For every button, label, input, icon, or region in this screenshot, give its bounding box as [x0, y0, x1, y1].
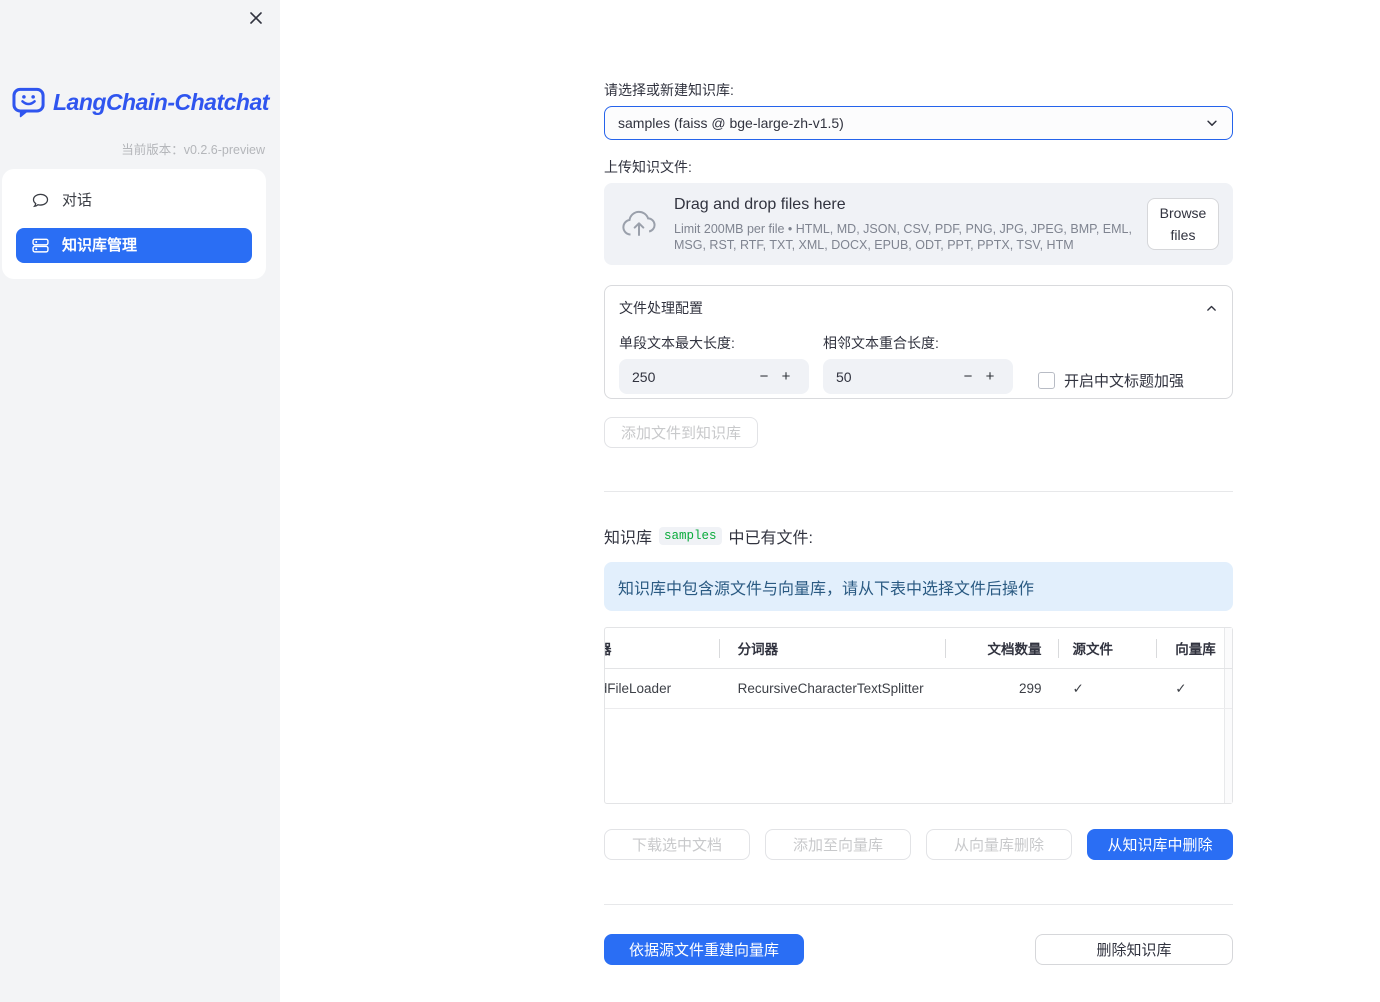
chevron-up-icon	[1205, 302, 1218, 315]
file-uploader-dropzone[interactable]: Drag and drop files here Limit 200MB per…	[604, 183, 1233, 265]
chevron-down-icon	[1205, 116, 1219, 130]
cell-splitter: RecursiveCharacterTextSplitter	[737, 681, 924, 696]
expander-title: 文件处理配置	[619, 300, 703, 316]
cell-loader: UnstructuredFileLoader	[605, 681, 672, 696]
info-alert: 知识库中包含源文件与向量库，请从下表中选择文件后操作	[604, 562, 1233, 611]
file-config-expander: 文件处理配置 单段文本最大长度: 250 − + 相邻文本重合长度: 50 − …	[604, 285, 1233, 399]
check-icon: ✓	[1072, 680, 1084, 696]
col-header-vector-store: 向量库	[1156, 628, 1224, 668]
chunk-size-value: 250	[632, 368, 656, 385]
file-actions-row: 下载选中文档 添加至向量库 从向量库删除 从知识库中删除	[604, 829, 1233, 860]
browse-files-button[interactable]: Browse files	[1147, 198, 1219, 250]
chunk-size-input[interactable]: 250 − +	[619, 359, 809, 394]
chunk-size-group: 单段文本最大长度: 250 − +	[619, 336, 809, 394]
upload-label: 上传知识文件:	[604, 159, 692, 175]
divider	[604, 904, 1233, 905]
add-to-vector-store-button[interactable]: 添加至向量库	[765, 829, 911, 860]
col-header-doc-count: 文档数量	[944, 628, 1058, 668]
app-logo: LangChain-Chatchat	[12, 87, 269, 118]
table-scrollbar-track[interactable]	[1224, 628, 1232, 668]
delete-from-vector-store-button[interactable]: 从向量库删除	[926, 829, 1072, 860]
version-value: v0.2.6-preview	[183, 143, 265, 157]
overlap-size-value: 50	[836, 368, 852, 385]
table-empty-area	[605, 709, 1232, 803]
kb-files-table[interactable]: 文档加载器 分词器 文档数量 源文件 向量库 UnstructuredFileL…	[604, 627, 1233, 804]
overlap-size-input[interactable]: 50 − +	[823, 359, 1013, 394]
cloud-upload-icon	[620, 208, 658, 240]
cell-doc-count: 299	[1018, 681, 1042, 696]
cell-vector-store-check: ✓	[1156, 669, 1224, 708]
sidebar-item-knowledge-base[interactable]: 知识库管理	[16, 228, 252, 263]
sidebar-close-button[interactable]	[246, 8, 266, 28]
main-content: 请选择或新建知识库: samples (faiss @ bge-large-zh…	[604, 0, 1233, 965]
sidebar-nav: 对话 知识库管理	[2, 169, 266, 279]
rebuild-vector-store-button[interactable]: 依据源文件重建向量库	[604, 934, 804, 965]
table-scrollbar-track[interactable]	[1224, 709, 1232, 803]
check-icon: ✓	[1175, 680, 1187, 696]
sidebar-item-dialogue[interactable]: 对话	[16, 183, 252, 218]
version-info: 当前版本：v0.2.6-preview	[121, 139, 265, 158]
zh-title-enhance-group: 开启中文标题加强	[1038, 367, 1184, 394]
kb-name-code: samples	[659, 527, 722, 545]
col-header-loader: 文档加载器	[605, 628, 719, 668]
info-alert-text: 知识库中包含源文件与向量库，请从下表中选择文件后操作	[618, 580, 1035, 598]
close-icon	[246, 8, 266, 28]
cell-source-file-check: ✓	[1058, 669, 1157, 708]
table-row[interactable]: UnstructuredFileLoader RecursiveCharacte…	[605, 669, 1232, 709]
expander-header[interactable]: 文件处理配置	[619, 298, 1218, 318]
col-header-splitter: 分词器	[718, 628, 945, 668]
zh-title-enhance-label[interactable]: 开启中文标题加强	[1064, 370, 1184, 391]
chunk-size-decrement-button[interactable]: −	[753, 368, 775, 385]
sidebar: LangChain-Chatchat 当前版本：v0.2.6-preview 对…	[0, 0, 280, 1002]
kb-select-value: samples (faiss @ bge-large-zh-v1.5)	[618, 115, 844, 131]
sidebar-item-label: 知识库管理	[62, 237, 138, 254]
kb-select-label: 请选择或新建知识库:	[604, 82, 734, 98]
kb-select[interactable]: samples (faiss @ bge-large-zh-v1.5)	[604, 106, 1233, 140]
version-label: 当前版本：	[121, 143, 184, 157]
expander-body: 单段文本最大长度: 250 − + 相邻文本重合长度: 50 − + 开启中文标…	[619, 336, 1218, 394]
chunk-size-label: 单段文本最大长度:	[619, 335, 735, 351]
add-files-to-kb-button[interactable]: 添加文件到知识库	[604, 417, 759, 448]
kb-actions-row: 依据源文件重建向量库 删除知识库	[604, 934, 1233, 965]
kb-heading-prefix: 知识库	[604, 530, 653, 547]
kb-files-heading: 知识库 samples 中已有文件:	[604, 524, 1233, 548]
table-scrollbar-track[interactable]	[1224, 669, 1232, 708]
sidebar-item-label: 对话	[62, 192, 93, 209]
download-selected-button[interactable]: 下载选中文档	[604, 829, 750, 860]
overlap-size-decrement-button[interactable]: −	[957, 368, 979, 385]
uploader-title: Drag and drop files here	[674, 195, 846, 213]
overlap-size-label: 相邻文本重合长度:	[823, 335, 939, 351]
chatchat-logo-icon	[12, 87, 46, 118]
divider	[604, 491, 1233, 492]
overlap-size-group: 相邻文本重合长度: 50 − +	[823, 336, 1013, 394]
delete-from-kb-button[interactable]: 从知识库中删除	[1087, 829, 1233, 860]
zh-title-enhance-checkbox[interactable]	[1038, 372, 1055, 389]
chat-bubble-icon	[32, 192, 49, 209]
kb-heading-suffix: 中已有文件:	[728, 530, 813, 547]
stack-icon	[32, 237, 49, 254]
table-header-row: 文档加载器 分词器 文档数量 源文件 向量库	[605, 628, 1232, 669]
uploader-limit-text: Limit 200MB per file • HTML, MD, JSON, C…	[674, 221, 1132, 252]
overlap-size-increment-button[interactable]: +	[979, 368, 1001, 385]
app-title: LangChain-Chatchat	[53, 89, 269, 115]
delete-kb-button[interactable]: 删除知识库	[1035, 934, 1233, 965]
col-header-source-file: 源文件	[1057, 628, 1157, 668]
chunk-size-increment-button[interactable]: +	[775, 368, 797, 385]
uploader-texts: Drag and drop files here Limit 200MB per…	[674, 196, 1147, 253]
